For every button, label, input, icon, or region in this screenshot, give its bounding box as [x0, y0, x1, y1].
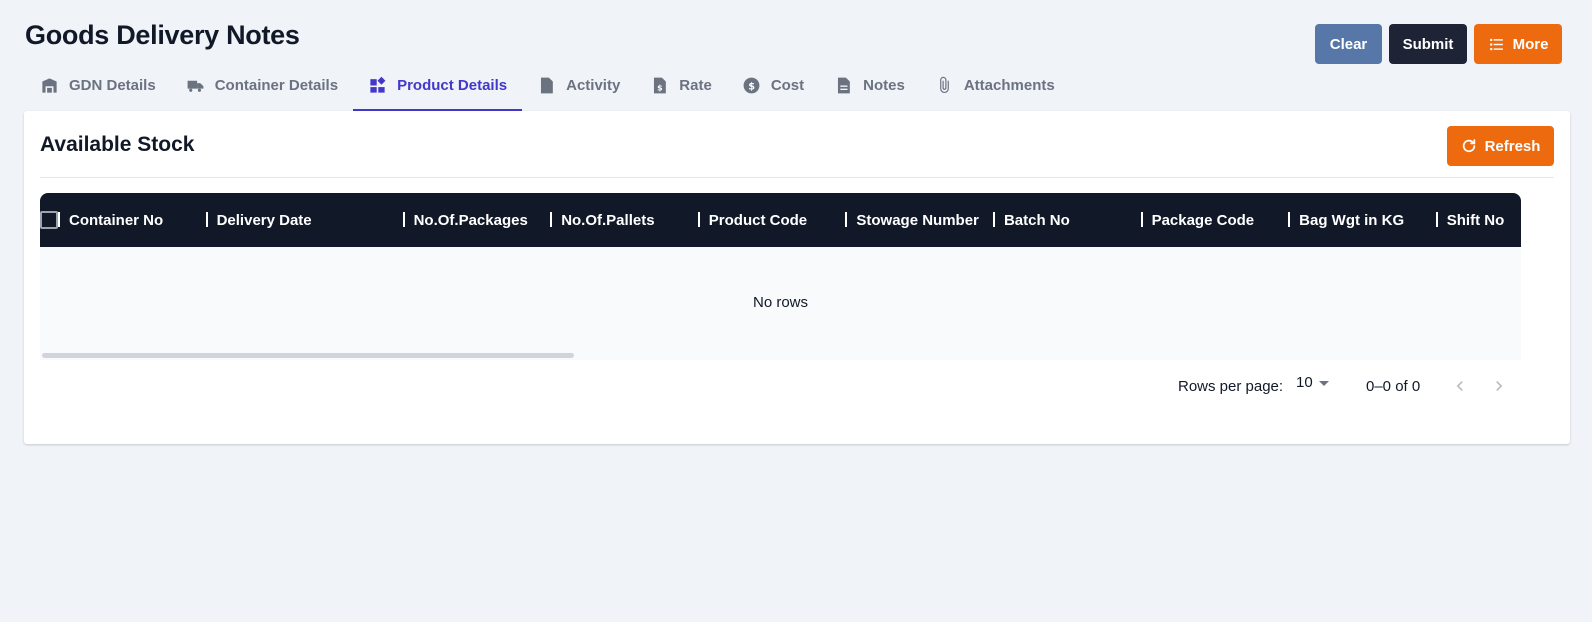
- more-button[interactable]: More: [1474, 24, 1562, 64]
- tab-cost[interactable]: $ Cost: [727, 62, 819, 111]
- next-page-button[interactable]: [1487, 374, 1511, 398]
- clear-button[interactable]: Clear: [1315, 24, 1382, 64]
- document-icon: [838, 77, 850, 94]
- tab-label: Cost: [770, 77, 805, 94]
- column-header[interactable]: No.Of.Packages: [402, 193, 551, 247]
- tab-bar: GDN Details Container Details Product De…: [25, 62, 1070, 111]
- dollar-circle-icon: $: [743, 77, 760, 94]
- caret-down-icon: [1318, 381, 1329, 386]
- refresh-button[interactable]: Refresh: [1447, 126, 1554, 166]
- pagination-range: 0–0 of 0: [1366, 378, 1421, 395]
- grid-right-edge: [1521, 193, 1529, 419]
- page-title: Goods Delivery Notes: [25, 20, 300, 50]
- header-actions: Clear Submit More: [1315, 24, 1562, 64]
- column-header[interactable]: No.Of.Pallets: [550, 193, 698, 247]
- submit-button[interactable]: Submit: [1389, 24, 1467, 64]
- stock-data-grid: Container No Delivery Date No.Of.Package…: [40, 193, 1521, 419]
- tab-rate[interactable]: $ Rate: [635, 62, 727, 111]
- column-header[interactable]: Shift No: [1435, 193, 1521, 247]
- select-all-cell: [40, 193, 58, 247]
- grid-body: No rows: [40, 247, 1521, 360]
- column-header[interactable]: Package Code: [1140, 193, 1289, 247]
- rows-per-page-label: Rows per page:: [1178, 378, 1284, 395]
- more-button-label: More: [1512, 35, 1549, 53]
- refresh-icon: [1462, 139, 1475, 153]
- chevron-right-icon: [1496, 381, 1503, 391]
- paperclip-icon: [939, 76, 949, 94]
- page: Goods Delivery Notes Clear Submit More G…: [0, 0, 1592, 622]
- svg-text:$: $: [748, 81, 755, 92]
- section-title: Available Stock: [40, 133, 195, 156]
- column-header[interactable]: Stowage Number: [845, 193, 993, 247]
- column-header[interactable]: Container No: [58, 193, 206, 247]
- warehouse-icon: [42, 78, 57, 93]
- rows-per-page-value: 10: [1296, 374, 1313, 391]
- tab-label: Product Details: [397, 77, 508, 94]
- divider: [40, 177, 1554, 178]
- file-activity-icon: [541, 77, 553, 94]
- previous-page-button[interactable]: [1448, 374, 1472, 398]
- column-header[interactable]: Batch No: [992, 193, 1141, 247]
- chevron-left-icon: [1456, 381, 1463, 391]
- pagination: Rows per page: 10 0–0 of 0: [40, 360, 1521, 419]
- tab-label: GDN Details: [69, 77, 156, 94]
- select-all-checkbox[interactable]: [40, 211, 58, 229]
- svg-text:$: $: [657, 83, 663, 92]
- rows-per-page-select[interactable]: 10: [1296, 374, 1329, 391]
- tab-label: Activity: [566, 77, 621, 94]
- tab-label: Notes: [863, 77, 905, 94]
- tab-label: Rate: [679, 77, 712, 94]
- column-header[interactable]: Bag Wgt in KG: [1288, 193, 1436, 247]
- tab-label: Attachments: [963, 77, 1055, 94]
- widgets-icon: [370, 76, 386, 93]
- refresh-button-label: Refresh: [1484, 137, 1541, 155]
- horizontal-scrollbar[interactable]: [42, 353, 574, 358]
- available-stock-card: Available Stock Refresh Container No Del…: [24, 111, 1570, 444]
- column-header[interactable]: Delivery Date: [205, 193, 403, 247]
- file-dollar-icon: $: [654, 77, 667, 94]
- empty-message: No rows: [752, 294, 808, 311]
- list-icon: [1489, 38, 1503, 50]
- tab-label: Container Details: [214, 77, 339, 94]
- grid-header-row: Container No Delivery Date No.Of.Package…: [40, 193, 1521, 247]
- truck-icon: [187, 80, 204, 92]
- tab-attachments[interactable]: Attachments: [920, 62, 1070, 111]
- tab-activity[interactable]: Activity: [522, 62, 635, 111]
- tab-notes[interactable]: Notes: [819, 62, 920, 111]
- tab-container-details[interactable]: Container Details: [171, 62, 353, 111]
- column-header[interactable]: Product Code: [697, 193, 846, 247]
- tab-product-details[interactable]: Product Details: [353, 62, 523, 111]
- tab-gdn-details[interactable]: GDN Details: [25, 62, 171, 111]
